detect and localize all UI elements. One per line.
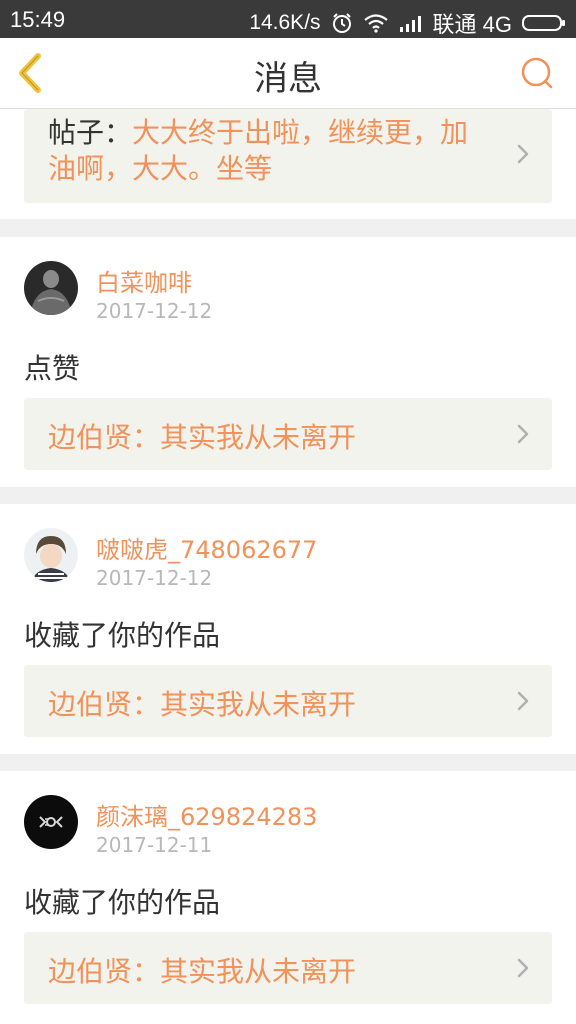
battery-icon bbox=[522, 15, 565, 31]
status-time: 15:49 bbox=[10, 7, 66, 32]
post-preview: 帖子：大大终于出啦，继续更，加 油啊，大大。坐等 bbox=[48, 115, 508, 187]
network-speed: 14.6K/s bbox=[249, 11, 321, 34]
message-date: 2017-12-12 bbox=[96, 566, 213, 590]
work-link-box[interactable]: 边伯贤：其实我从未离开 bbox=[24, 665, 552, 737]
message-card: 啵啵虎_748062677 2017-12-12 收藏了你的作品 边伯贤：其实我… bbox=[0, 504, 576, 754]
status-bar: 15:49 14.6K/s 联通 4G bbox=[0, 0, 576, 38]
post-text-line2: 油啊，大大。坐等 bbox=[48, 152, 273, 185]
message-date: 2017-12-12 bbox=[96, 299, 213, 323]
message-list[interactable]: 帖子：大大终于出啦，继续更，加 油啊，大大。坐等 白菜咖啡 2017-12-12… bbox=[0, 109, 576, 1024]
signal-icon bbox=[399, 16, 421, 32]
work-link-box[interactable]: 边伯贤：其实我从未离开 bbox=[24, 398, 552, 470]
post-label: 帖子： bbox=[48, 116, 133, 149]
chevron-right-icon bbox=[517, 144, 529, 164]
chevron-right-icon bbox=[517, 958, 529, 978]
status-right: 14.6K/s 联通 4G bbox=[249, 7, 566, 39]
chevron-right-icon bbox=[517, 424, 529, 444]
post-link-box[interactable]: 帖子：大大终于出啦，继续更，加 油啊，大大。坐等 bbox=[24, 109, 552, 203]
message-action: 点赞 bbox=[24, 352, 81, 385]
page-title: 消息 bbox=[254, 59, 322, 99]
post-text-line1: 大大终于出啦，继续更，加 bbox=[132, 116, 469, 149]
chevron-right-icon bbox=[517, 691, 529, 711]
message-card: 白菜咖啡 2017-12-12 点赞 边伯贤：其实我从未离开 bbox=[0, 237, 576, 487]
work-title: 边伯贤：其实我从未离开 bbox=[48, 688, 357, 721]
avatar-image bbox=[24, 795, 78, 849]
avatar[interactable] bbox=[24, 795, 78, 849]
search-icon[interactable] bbox=[520, 56, 554, 90]
message-action: 收藏了你的作品 bbox=[24, 619, 221, 652]
user-name[interactable]: 颜沫璃_629824283 bbox=[96, 797, 317, 832]
wifi-icon bbox=[363, 14, 388, 33]
work-link-box[interactable]: 边伯贤：其实我从未离开 bbox=[24, 932, 552, 1004]
work-title: 边伯贤：其实我从未离开 bbox=[48, 421, 357, 454]
user-name[interactable]: 白菜咖啡 bbox=[96, 263, 192, 298]
message-action: 收藏了你的作品 bbox=[24, 886, 221, 919]
avatar-image bbox=[24, 261, 78, 315]
avatar[interactable] bbox=[24, 261, 78, 315]
avatar[interactable] bbox=[24, 528, 78, 582]
message-card: 颜沫璃_629824283 2017-12-11 收藏了你的作品 边伯贤：其实我… bbox=[0, 771, 576, 1024]
alarm-icon bbox=[332, 13, 351, 33]
carrier-label: 联通 4G bbox=[432, 12, 512, 37]
avatar-image bbox=[24, 528, 78, 582]
work-title: 边伯贤：其实我从未离开 bbox=[48, 955, 357, 988]
user-name[interactable]: 啵啵虎_748062677 bbox=[96, 530, 317, 565]
app-header: 消息 bbox=[0, 38, 576, 109]
message-card-partial: 帖子：大大终于出啦，继续更，加 油啊，大大。坐等 bbox=[0, 109, 576, 219]
message-date: 2017-12-11 bbox=[96, 833, 213, 857]
